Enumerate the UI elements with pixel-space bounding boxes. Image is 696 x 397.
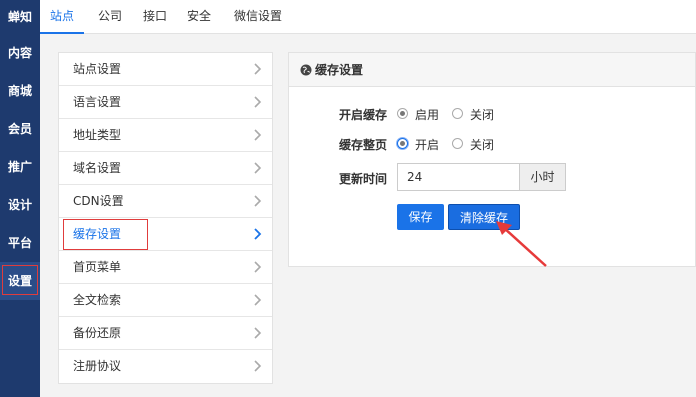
page-cache-off-label[interactable]: 关闭 <box>470 136 494 153</box>
menu-item-backup-restore[interactable]: 备份还原 <box>59 317 272 350</box>
menu-item-label: CDN设置 <box>73 194 124 208</box>
menu-item-label: 全文检索 <box>73 293 122 307</box>
enable-cache-on-label[interactable]: 启用 <box>415 106 439 123</box>
menu-item-label: 域名设置 <box>73 161 122 175</box>
update-time-unit: 小时 <box>519 163 566 191</box>
panel-header: 缓存设置 <box>289 53 695 87</box>
sidebar-item-content[interactable]: 内容 <box>0 34 40 72</box>
settings-menu: 站点设置 语言设置 地址类型 域名设置 CDN设置 缓存设置 首页菜单 全文检索… <box>58 52 273 384</box>
save-button[interactable]: 保存 <box>397 204 444 230</box>
menu-item-label: 站点设置 <box>73 62 122 76</box>
tab-company[interactable]: 公司 <box>88 0 132 34</box>
menu-item-language-settings[interactable]: 语言设置 <box>59 86 272 119</box>
chevron-right-icon <box>254 63 262 75</box>
update-time-label: 更新时间 <box>339 172 388 186</box>
chevron-right-icon <box>254 360 262 372</box>
menu-item-domain-settings[interactable]: 域名设置 <box>59 152 272 185</box>
tab-security[interactable]: 安全 <box>180 0 218 34</box>
enable-cache-label: 开启缓存 <box>339 108 388 122</box>
red-arrow-annotation <box>496 221 547 267</box>
chevron-right-icon <box>254 261 262 273</box>
chevron-right-icon <box>254 96 262 108</box>
menu-item-registration-agreement[interactable]: 注册协议 <box>59 350 272 383</box>
chevron-right-icon <box>254 294 262 306</box>
chevron-right-icon <box>254 162 262 174</box>
menu-item-label: 语言设置 <box>73 95 122 109</box>
enable-cache-off-label[interactable]: 关闭 <box>470 106 494 123</box>
page-cache-label: 缓存整页 <box>339 138 388 152</box>
sidebar-item-promotion[interactable]: 推广 <box>0 148 40 186</box>
menu-item-label: 地址类型 <box>73 128 122 142</box>
menu-item-cdn-settings[interactable]: CDN设置 <box>59 185 272 218</box>
chevron-right-icon <box>254 228 262 240</box>
menu-item-label: 备份还原 <box>73 326 122 340</box>
tab-wechat-settings[interactable]: 微信设置 <box>228 0 288 34</box>
update-time-input[interactable] <box>397 163 520 191</box>
sidebar-item-shop[interactable]: 商城 <box>0 72 40 110</box>
menu-item-cache-settings[interactable]: 缓存设置 <box>59 218 272 251</box>
menu-item-home-menu[interactable]: 首页菜单 <box>59 251 272 284</box>
enable-cache-on-radio[interactable] <box>397 108 408 119</box>
sidebar-item-design[interactable]: 设计 <box>0 186 40 224</box>
chevron-right-icon <box>254 129 262 141</box>
page-cache-on-label[interactable]: 开启 <box>415 136 439 153</box>
settings-highlight-box <box>2 265 38 295</box>
tab-api[interactable]: 接口 <box>136 0 174 34</box>
menu-item-site-settings[interactable]: 站点设置 <box>59 53 272 86</box>
globe-icon <box>300 64 312 76</box>
menu-item-label: 首页菜单 <box>73 260 122 274</box>
enable-cache-off-radio[interactable] <box>452 108 463 119</box>
page-cache-on-radio[interactable] <box>397 138 408 149</box>
main-sidebar: 蝉知 内容 商城 会员 推广 设计 平台 设置 <box>0 0 40 397</box>
menu-item-address-type[interactable]: 地址类型 <box>59 119 272 152</box>
sidebar-item-platform[interactable]: 平台 <box>0 224 40 262</box>
menu-item-label: 缓存设置 <box>73 227 122 241</box>
chevron-right-icon <box>254 195 262 207</box>
sidebar-item-members[interactable]: 会员 <box>0 110 40 148</box>
page-cache-off-radio[interactable] <box>452 138 463 149</box>
app-logo[interactable]: 蝉知 <box>0 0 40 34</box>
chevron-right-icon <box>254 327 262 339</box>
panel-title: 缓存设置 <box>315 63 364 77</box>
menu-item-label: 注册协议 <box>73 359 122 373</box>
tab-site[interactable]: 站点 <box>40 0 84 34</box>
menu-item-fulltext-search[interactable]: 全文检索 <box>59 284 272 317</box>
top-tab-bar: 站点 公司 接口 安全 微信设置 <box>40 0 696 34</box>
